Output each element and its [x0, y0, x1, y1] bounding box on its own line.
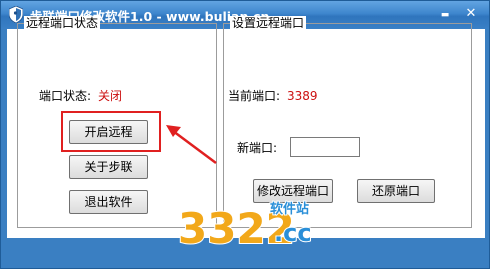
close-icon: ✕: [465, 6, 477, 21]
port-status-label: 端口状态:: [39, 89, 92, 103]
restore-port-button[interactable]: 还原端口: [357, 179, 435, 203]
minimize-button[interactable]: ▬: [433, 4, 457, 24]
exit-button[interactable]: 退出软件: [69, 190, 148, 214]
site-watermark-logo: 3322 .cc 软件站: [177, 200, 313, 253]
group-title-set-port: 设置远程端口: [230, 16, 307, 30]
new-port-input[interactable]: [290, 137, 360, 157]
watermark-suffix: .cc: [274, 219, 312, 247]
red-arrow-icon: [166, 125, 217, 165]
current-port-label: 当前端口:: [228, 89, 281, 103]
port-status-value: 关闭: [98, 89, 123, 103]
shield-icon: [9, 6, 23, 23]
minimize-icon: ▬: [440, 10, 450, 20]
watermark-site-label: 软件站: [270, 201, 309, 217]
new-port-label: 新端口:: [237, 141, 278, 155]
annotation-highlight-box: [61, 111, 161, 152]
current-port-value: 3389: [287, 89, 318, 103]
about-button[interactable]: 关于步联: [69, 155, 148, 179]
group-title-remote-status: 远程端口状态: [24, 16, 101, 30]
close-button[interactable]: ✕: [458, 4, 484, 24]
app-window: 步联端口修改软件1.0 - www.bulian.cn ▬ ✕ 远程端口状态 端…: [0, 0, 490, 269]
